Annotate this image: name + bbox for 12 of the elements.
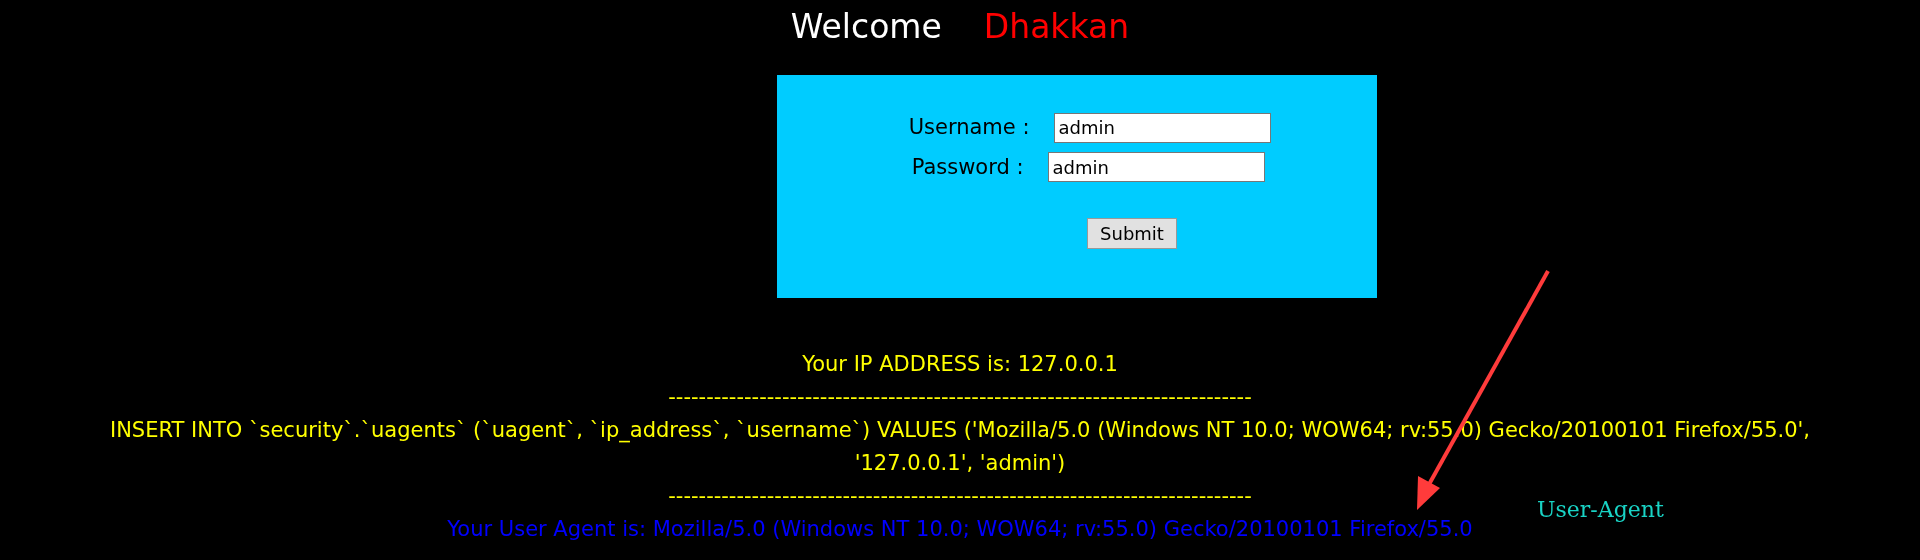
user-name: Dhakkan [983, 6, 1130, 48]
welcome-text: Welcome [790, 6, 942, 48]
ip-address-text: Your IP ADDRESS is: 127.0.0.1 [802, 351, 1118, 378]
separator-line: ----------------------------------------------------------------------------- [668, 483, 1252, 510]
user-agent-text: Your User Agent is: Mozilla/5.0 (Windows NT 10.0; WOW64; rv:55.0) Gecko/20100101 Firefox/55.0 [447, 516, 1473, 543]
input-field[interactable]: admin [1047, 152, 1265, 183]
submit-button[interactable]: Submit [1087, 218, 1177, 249]
field-label: Username : [907, 114, 1030, 141]
separator-line: ----------------------------------------------------------------------------- [668, 384, 1252, 411]
annotation-label: User-Agent [1537, 496, 1664, 524]
input-field[interactable]: admin [1053, 112, 1271, 143]
field-label: Password : [910, 153, 1024, 181]
